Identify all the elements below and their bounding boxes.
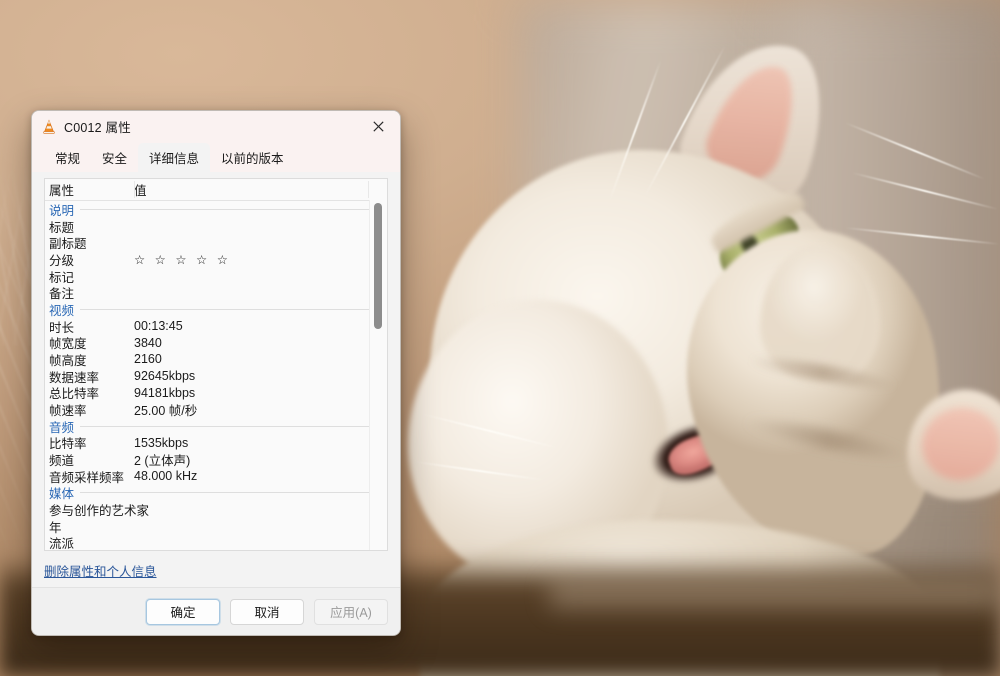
row-value: 1535kbps bbox=[134, 435, 189, 450]
apply-button[interactable]: 应用(A) bbox=[314, 598, 388, 625]
table-row[interactable]: 标记 bbox=[45, 268, 387, 285]
column-header-property[interactable]: 属性 bbox=[45, 180, 134, 199]
group-rule bbox=[80, 492, 387, 494]
group-header-audio: 音频 bbox=[45, 418, 387, 435]
column-header-value[interactable]: 值 bbox=[134, 180, 387, 199]
table-row[interactable]: 副标题 bbox=[45, 235, 387, 251]
remove-properties-row: 删除属性和个人信息 bbox=[44, 561, 388, 580]
table-row[interactable]: 频道 2 (立体声) bbox=[45, 451, 387, 468]
row-key: 流派 bbox=[49, 537, 75, 551]
group-header-description: 说明 bbox=[45, 201, 387, 218]
remove-properties-link[interactable]: 删除属性和个人信息 bbox=[44, 565, 157, 579]
listbox-scrollbar[interactable] bbox=[369, 200, 387, 550]
vlc-cone-icon bbox=[41, 119, 57, 135]
dialog-title: C0012 属性 bbox=[64, 121, 131, 135]
listbox-header: 属性 值 bbox=[45, 179, 387, 201]
row-value: 2160 bbox=[134, 352, 162, 367]
group-header-media: 媒体 bbox=[45, 484, 387, 501]
dialog-body: 属性 值 说明 标题 副标题 分级 ☆ ☆ ☆ ☆ ☆ 标记 备注 视频 时长 … bbox=[32, 178, 400, 635]
row-value: 25.00 帧/秒 bbox=[134, 403, 198, 418]
photo-floor-highlight bbox=[550, 574, 1000, 614]
row-value: 48.000 kHz bbox=[134, 469, 198, 484]
table-row[interactable]: 参与创作的艺术家 bbox=[45, 501, 387, 518]
table-row[interactable]: 帧宽度 3840 bbox=[45, 335, 387, 352]
row-value: 94181kbps bbox=[134, 385, 196, 400]
table-row[interactable]: 流派 bbox=[45, 535, 387, 551]
tab-general[interactable]: 常规 bbox=[44, 143, 91, 173]
details-listbox: 属性 值 说明 标题 副标题 分级 ☆ ☆ ☆ ☆ ☆ 标记 备注 视频 时长 … bbox=[44, 178, 388, 551]
group-rule bbox=[80, 308, 387, 310]
properties-dialog: C0012 属性 常规 安全 详细信息 以前的版本 属性 值 说明 标题 副标题… bbox=[31, 110, 401, 636]
ok-button[interactable]: 确定 bbox=[146, 598, 220, 625]
group-rule bbox=[80, 209, 387, 210]
row-value: 92645kbps bbox=[134, 369, 196, 384]
table-row[interactable]: 备注 bbox=[45, 284, 387, 301]
table-row[interactable]: 年 bbox=[45, 518, 387, 535]
group-header-video: 视频 bbox=[45, 301, 387, 318]
row-value: 2 (立体声) bbox=[134, 453, 191, 468]
table-row[interactable]: 数据速率 92645kbps bbox=[45, 368, 387, 385]
tab-details[interactable]: 详细信息 bbox=[138, 143, 211, 173]
column-divider[interactable] bbox=[134, 181, 135, 198]
dialog-button-bar: 确定 取消 应用(A) bbox=[32, 587, 400, 635]
close-icon[interactable] bbox=[356, 111, 400, 142]
tab-previous-versions[interactable]: 以前的版本 bbox=[210, 143, 295, 173]
table-row[interactable]: 分级 ☆ ☆ ☆ ☆ ☆ bbox=[45, 251, 387, 268]
tab-strip: 常规 安全 详细信息 以前的版本 bbox=[32, 143, 400, 173]
dialog-titlebar: C0012 属性 bbox=[32, 111, 400, 143]
table-row[interactable]: 时长 00:13:45 bbox=[45, 318, 387, 335]
scrollbar-thumb[interactable] bbox=[374, 203, 382, 329]
column-divider-end[interactable] bbox=[368, 181, 369, 198]
table-row[interactable]: 比特率 1535kbps bbox=[45, 435, 387, 452]
row-value: 00:13:45 bbox=[134, 319, 183, 334]
cancel-button[interactable]: 取消 bbox=[230, 598, 304, 625]
row-value: 3840 bbox=[134, 335, 162, 350]
listbox-rows: 说明 标题 副标题 分级 ☆ ☆ ☆ ☆ ☆ 标记 备注 视频 时长 00:13… bbox=[45, 201, 387, 551]
table-row[interactable]: 总比特率 94181kbps bbox=[45, 384, 387, 402]
table-row[interactable]: 帧高度 2160 bbox=[45, 351, 387, 368]
group-rule bbox=[80, 425, 387, 427]
table-row[interactable]: 音频采样频率 48.000 kHz bbox=[45, 468, 387, 485]
rating-stars[interactable]: ☆ ☆ ☆ ☆ ☆ bbox=[134, 252, 387, 267]
table-row[interactable]: 标题 bbox=[45, 218, 387, 235]
tab-security[interactable]: 安全 bbox=[91, 143, 138, 173]
table-row[interactable]: 帧速率 25.00 帧/秒 bbox=[45, 401, 387, 418]
